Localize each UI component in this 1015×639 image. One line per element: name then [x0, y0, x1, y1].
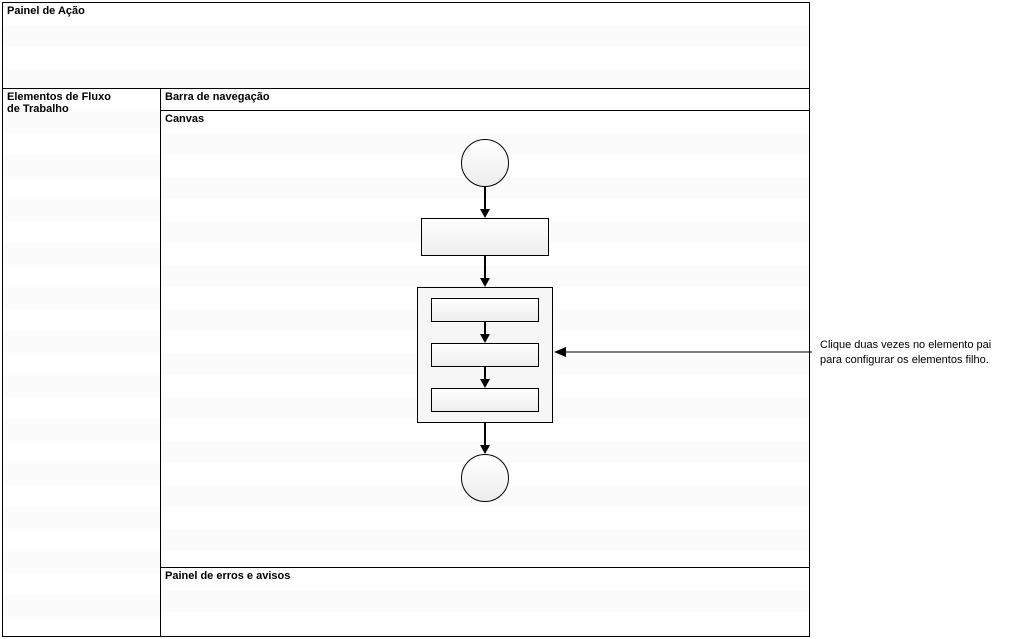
callout-text: Clique duas vezes no elemento pai para c… — [820, 338, 1015, 368]
start-node[interactable] — [461, 139, 509, 187]
navigation-bar: Barra de navegação — [161, 89, 809, 111]
action-panel: Painel de Ação — [3, 3, 809, 89]
arrow-icon — [480, 256, 490, 287]
arrow-icon — [480, 322, 490, 343]
canvas-title: Canvas — [165, 113, 204, 125]
app-frame: Painel de Ação Elementos de Fluxo de Tra… — [2, 2, 810, 637]
arrow-icon — [480, 423, 490, 454]
flowchart — [385, 139, 585, 502]
action-panel-title: Painel de Ação — [7, 5, 85, 17]
callout-arrow-icon — [554, 344, 816, 360]
arrow-icon — [480, 187, 490, 218]
callout-line2: para configurar os elementos filho. — [820, 353, 1015, 368]
callout-line1: Clique duas vezes no elemento pai — [820, 338, 1015, 353]
child-node[interactable] — [431, 298, 539, 322]
child-node[interactable] — [431, 388, 539, 412]
errors-panel-title: Painel de erros e avisos — [165, 570, 290, 582]
workflow-elements-panel: Elementos de Fluxo de Trabalho — [3, 89, 161, 636]
navigation-bar-title: Barra de navegação — [165, 91, 270, 103]
end-node[interactable] — [461, 454, 509, 502]
child-node[interactable] — [431, 343, 539, 367]
task-node[interactable] — [421, 218, 549, 256]
parent-container-node[interactable] — [417, 287, 553, 423]
callout-annotation: Clique duas vezes no elemento pai para c… — [554, 338, 1014, 378]
errors-panel: Painel de erros e avisos — [161, 568, 809, 636]
workflow-elements-title-line2: de Trabalho — [7, 103, 156, 115]
workflow-elements-title-line1: Elementos de Fluxo — [7, 91, 156, 103]
arrow-icon — [480, 367, 490, 388]
